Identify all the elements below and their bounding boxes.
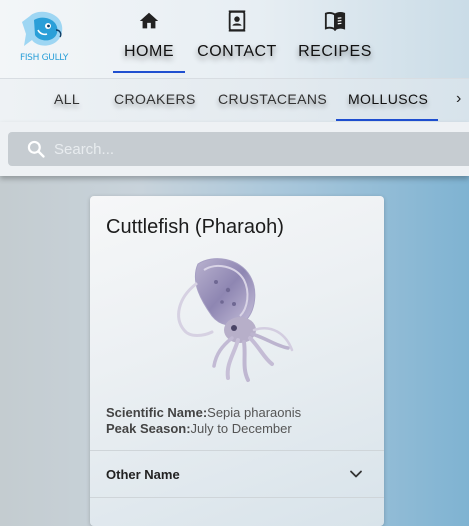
chevron-down-icon[interactable] <box>348 466 364 482</box>
category-tabs: ALL CROAKERS CRUSTACEANS MOLLUSCS › <box>0 78 469 123</box>
nav-recipes[interactable]: RECIPES <box>298 10 372 74</box>
nav-contact-label: CONTACT <box>196 43 278 61</box>
search-bar <box>0 122 469 176</box>
nav-home-label: HOME <box>118 43 180 61</box>
fish-logo-icon <box>16 8 72 56</box>
search-icon <box>26 139 46 159</box>
fish-card[interactable]: Cuttlefish (Pharaoh) Scientific <box>90 196 384 526</box>
top-app-bar: FISH GULLY HOME CONTACT RECIPES <box>0 0 469 78</box>
nav-contact[interactable]: CONTACT <box>196 10 278 74</box>
tab-crustaceans[interactable]: CRUSTACEANS <box>218 91 327 107</box>
book-icon <box>324 10 346 32</box>
active-nav-indicator <box>113 71 185 73</box>
active-tab-indicator <box>336 119 438 121</box>
search-box <box>8 132 469 166</box>
cuttlefish-image <box>168 254 308 386</box>
logo-text: FISH GULLY <box>16 53 72 63</box>
scientific-name-row: Scientific Name:Sepia pharaonis <box>106 405 301 421</box>
contact-book-icon <box>226 10 248 32</box>
tab-croakers[interactable]: CROAKERS <box>114 91 196 107</box>
nav-recipes-label: RECIPES <box>298 43 372 61</box>
card-title: Cuttlefish (Pharaoh) <box>106 216 284 239</box>
peak-season-value: July to December <box>191 421 292 436</box>
home-icon <box>138 10 160 32</box>
peak-season-label: Peak Season: <box>106 421 191 436</box>
accordion-label: Other Name <box>106 467 180 482</box>
fish-info: Scientific Name:Sepia pharaonis Peak Sea… <box>106 405 301 437</box>
scientific-name-value: Sepia pharaonis <box>207 405 301 420</box>
other-name-accordion[interactable]: Other Name <box>90 451 384 497</box>
tab-molluscs[interactable]: MOLLUSCS <box>348 91 428 107</box>
fish-gully-logo[interactable]: FISH GULLY <box>16 8 72 66</box>
search-input[interactable] <box>54 132 454 166</box>
card-divider-bottom <box>90 497 384 498</box>
peak-season-row: Peak Season:July to December <box>106 421 301 437</box>
tab-all[interactable]: ALL <box>54 91 80 107</box>
scientific-name-label: Scientific Name: <box>106 405 207 420</box>
nav-home[interactable]: HOME <box>118 10 180 74</box>
chevron-right-icon[interactable]: › <box>456 90 461 108</box>
